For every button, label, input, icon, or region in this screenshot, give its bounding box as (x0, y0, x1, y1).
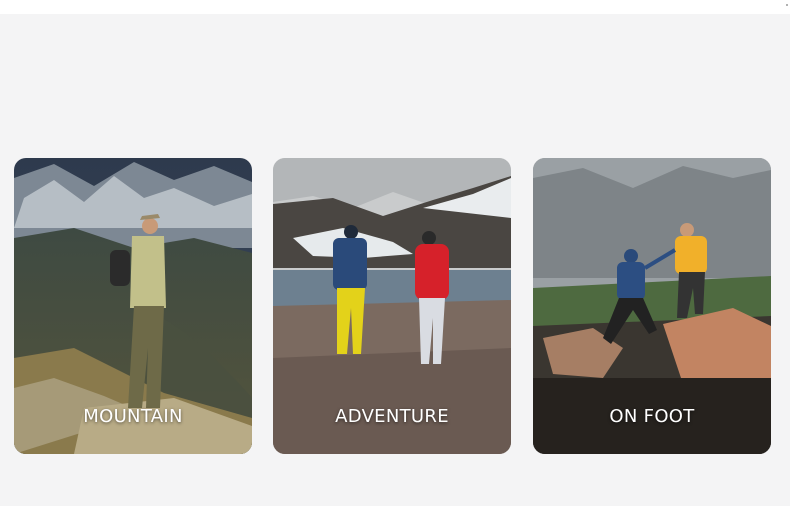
card-label: MOUNTAIN (83, 406, 183, 427)
card-on-foot[interactable]: ON FOOT (533, 158, 771, 454)
card-label: ADVENTURE (335, 406, 449, 427)
card-mountain[interactable]: MOUNTAIN (14, 158, 252, 454)
corner-marker (786, 4, 788, 6)
category-cards: MOUNTAIN ADVENTURE ON FOOT (14, 158, 771, 454)
card-adventure[interactable]: ADVENTURE (273, 158, 511, 454)
card-label: ON FOOT (609, 406, 695, 427)
